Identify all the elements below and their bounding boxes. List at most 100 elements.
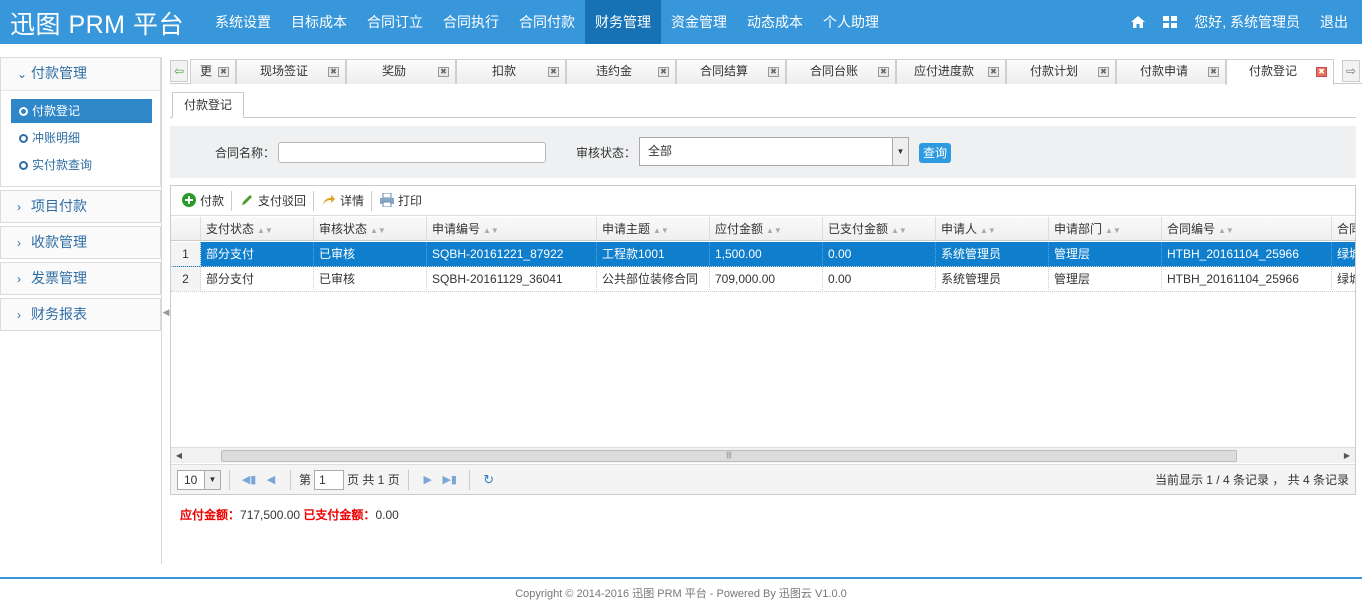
column-header-label: 申请主题 [602,222,651,236]
tab-penalty[interactable]: 违约金 ✖ [566,59,676,84]
table-cell: 工程款1001 [597,242,710,266]
first-page-icon[interactable]: ◀▮ [238,473,260,486]
nav-item-dynamic-cost[interactable]: 动态成本 [737,0,813,44]
nav-item-system-settings[interactable]: 系统设置 [205,0,281,44]
print-button[interactable]: 打印 [375,190,426,212]
scrollbar-thumb[interactable]: ||| [221,450,1237,462]
pay-button[interactable]: 付款 [177,190,228,212]
close-icon[interactable]: ✖ [988,67,999,77]
column-header[interactable]: 申请部门 ▲▼ [1049,217,1162,240]
tab-settlement[interactable]: 合同结算 ✖ [676,59,786,84]
tab-label: 合同台账 [809,64,858,78]
close-icon[interactable]: ✖ [1316,67,1327,77]
subtab-bar: 付款登记 [170,90,1356,118]
sidebar-group-receipt[interactable]: › 收款管理 [0,226,161,259]
reject-label: 支付驳回 [258,194,307,208]
detail-button[interactable]: 详情 [317,190,368,212]
sidebar-item-payment-register[interactable]: 付款登记 [11,99,152,123]
table-cell: 管理层 [1049,267,1162,291]
nav-item-contract-sign[interactable]: 合同订立 [357,0,433,44]
page-number-input[interactable]: 1 [314,469,345,490]
header-right: 您好, 系统管理员 退出 [1122,0,1362,44]
reject-button[interactable]: 支付驳回 [235,190,310,212]
column-header[interactable]: 审核状态 ▲▼ [314,217,427,240]
nav-item-contract-payment[interactable]: 合同付款 [509,0,585,44]
tab-scroll-right-icon[interactable]: ⇨ [1342,60,1360,82]
sidebar-group-label: 财务报表 [31,306,87,322]
sidebar-item-actual-payment[interactable]: 实付款查询 [11,153,152,177]
column-header[interactable]: 已支付金额 ▲▼ [823,217,936,240]
sidebar-group-invoice[interactable]: › 发票管理 [0,262,161,295]
column-header[interactable]: 合同编号 ▲▼ [1162,217,1332,240]
amount-summary: 应付金额：717,500.00 已支付金额：0.00 [180,506,399,523]
sidebar-group-project-payment[interactable]: › 项目付款 [0,190,161,223]
column-header[interactable]: 支付状态 ▲▼ [201,217,314,240]
refresh-icon[interactable]: ↻ [478,472,500,488]
grid-icon[interactable] [1154,16,1186,28]
prev-page-icon[interactable]: ◀ [260,473,282,486]
tab-payment-request[interactable]: 付款申请 ✖ [1116,59,1226,84]
close-icon[interactable]: ✖ [658,67,669,77]
nav-item-target-cost[interactable]: 目标成本 [281,0,357,44]
scroll-right-icon[interactable]: ▶ [1339,448,1355,464]
subtab-payment-register[interactable]: 付款登记 [172,92,244,118]
table-row[interactable]: 1 部分支付 已审核 SQBH-20161221_87922 工程款1001 1… [171,242,1355,267]
sidebar-collapse-icon[interactable]: ◀ [162,300,170,324]
circle-arrow-icon [19,134,28,143]
column-header[interactable]: 应付金额 ▲▼ [710,217,823,240]
user-greeting[interactable]: 您好, 系统管理员 [1186,12,1312,32]
tab-label: 奖励 [381,64,406,78]
column-header[interactable]: 申请主题 ▲▼ [597,217,710,240]
column-header[interactable]: 申请人 ▲▼ [936,217,1049,240]
close-icon[interactable]: ✖ [1208,67,1219,77]
column-header-label: 合同 [1337,222,1355,236]
nav-item-finance[interactable]: 财务管理 [585,0,661,44]
table-cell: SQBH-20161221_87922 [427,242,597,266]
scroll-left-icon[interactable]: ◀ [171,448,187,464]
tab-label: 付款申请 [1139,64,1188,78]
table-cell: 1,500.00 [710,242,823,266]
tab-site-visa[interactable]: 现场签证 ✖ [236,59,346,84]
sidebar-group-payment-mgmt[interactable]: ⌄ 付款管理 [1,58,160,91]
record-info: 当前显示 1 / 4 条记录 ， 共 4 条记录 [1154,473,1349,487]
pager-divider [229,469,230,490]
audit-status-select[interactable]: 全部 ▼ [639,137,909,166]
horizontal-scrollbar[interactable]: ◀ ||| ▶ [171,447,1355,463]
close-icon[interactable]: ✖ [768,67,779,77]
contract-name-input[interactable] [278,142,546,163]
home-icon[interactable] [1122,16,1154,28]
query-button[interactable]: 查询 [919,143,951,163]
logout-link[interactable]: 退出 [1312,12,1362,32]
tab-label: 付款计划 [1029,64,1078,78]
tab-progress-payment[interactable]: 应付进度款 ✖ [896,59,1006,84]
table-cell: 0.00 [823,242,936,266]
nav-item-funds[interactable]: 资金管理 [661,0,737,44]
last-page-icon[interactable]: ▶▮ [439,473,461,486]
close-icon[interactable]: ✖ [1098,67,1109,77]
column-header-label: 申请人 [941,222,978,236]
close-icon[interactable]: ✖ [878,67,889,77]
column-header[interactable]: 申请编号 ▲▼ [427,217,597,240]
page-size-select[interactable]: 10 ▼ [177,469,221,490]
close-icon[interactable]: ✖ [328,67,339,77]
sidebar-group-finance-report[interactable]: › 财务报表 [0,298,161,331]
chevron-down-icon: ▼ [204,470,220,489]
tab-payment-plan[interactable]: 付款计划 ✖ [1006,59,1116,84]
close-icon[interactable]: ✖ [218,67,229,77]
tab-ledger[interactable]: 合同台账 ✖ [786,59,896,84]
tab-bar: ⇦ 更 ✖ 现场签证 ✖ 奖励 ✖ 扣款 ✖ 违约金 ✖ 合同结算 ✖ 合同台账 ✖ 应付进度… [170,57,1362,85]
nav-item-assistant[interactable]: 个人助理 [813,0,889,44]
nav-item-contract-exec[interactable]: 合同执行 [433,0,509,44]
close-icon[interactable]: ✖ [548,67,559,77]
tab-deduction[interactable]: 扣款 ✖ [456,59,566,84]
tab-payment-register[interactable]: 付款登记 ✖ [1226,59,1334,85]
tab-change[interactable]: 更 ✖ [190,59,236,84]
sidebar-item-offset-detail[interactable]: 冲账明细 [11,126,152,150]
pager-divider [468,469,470,490]
close-icon[interactable]: ✖ [438,67,449,77]
next-page-icon[interactable]: ▶ [417,473,439,486]
tab-scroll-left-icon[interactable]: ⇦ [170,60,188,82]
column-header[interactable]: 合同 [1332,217,1355,240]
tab-reward[interactable]: 奖励 ✖ [346,59,456,84]
table-row[interactable]: 2 部分支付 已审核 SQBH-20161129_36041 公共部位装修合同 … [171,267,1355,292]
